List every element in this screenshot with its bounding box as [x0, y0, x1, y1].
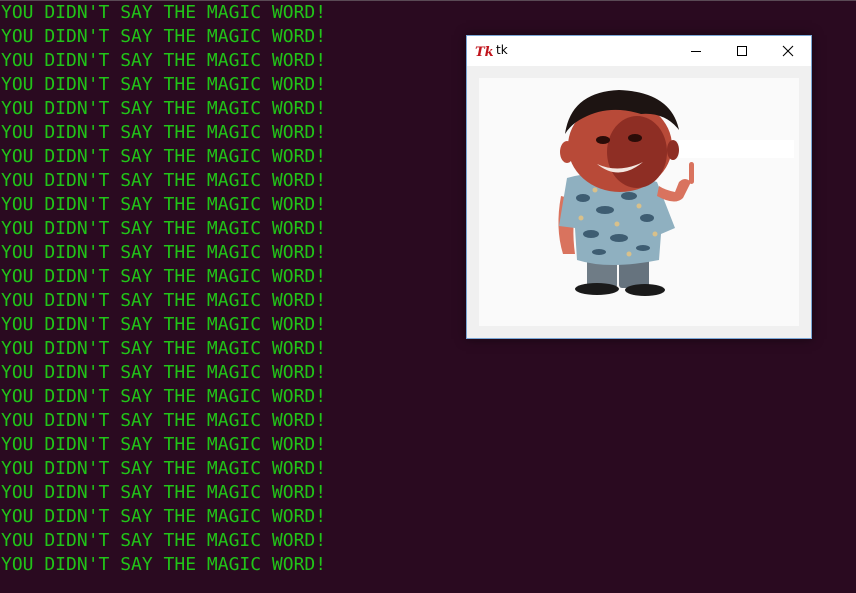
tk-window[interactable]: Tk tk	[466, 35, 812, 339]
window-title: tk	[496, 43, 508, 57]
terminal-line: YOU DIDN'T SAY THE MAGIC WORD!	[1, 50, 327, 71]
svg-text:Tk: Tk	[475, 45, 493, 59]
terminal-line: YOU DIDN'T SAY THE MAGIC WORD!	[1, 338, 327, 359]
terminal-line: YOU DIDN'T SAY THE MAGIC WORD!	[1, 554, 327, 575]
terminal-output: YOU DIDN'T SAY THE MAGIC WORD! YOU DIDN'T…	[1, 1, 326, 577]
terminal-line: YOU DIDN'T SAY THE MAGIC WORD!	[1, 194, 327, 215]
tk-client-area	[467, 66, 811, 338]
terminal-line: YOU DIDN'T SAY THE MAGIC WORD!	[1, 386, 327, 407]
cartoon-man-illustration	[558, 90, 794, 296]
terminal-line: YOU DIDN'T SAY THE MAGIC WORD!	[1, 26, 327, 47]
terminal-line: YOU DIDN'T SAY THE MAGIC WORD!	[1, 170, 327, 191]
terminal-line: YOU DIDN'T SAY THE MAGIC WORD!	[1, 458, 327, 479]
terminal-line: YOU DIDN'T SAY THE MAGIC WORD!	[1, 410, 327, 431]
terminal-line: YOU DIDN'T SAY THE MAGIC WORD!	[1, 362, 327, 383]
maximize-button[interactable]	[719, 36, 765, 66]
terminal-line: YOU DIDN'T SAY THE MAGIC WORD!	[1, 122, 327, 143]
tk-titlebar[interactable]: Tk tk	[467, 36, 811, 66]
minimize-icon	[691, 51, 701, 52]
terminal-line: YOU DIDN'T SAY THE MAGIC WORD!	[1, 482, 327, 503]
cartoon-man-image	[479, 78, 799, 326]
terminal-line: YOU DIDN'T SAY THE MAGIC WORD!	[1, 2, 327, 23]
terminal-line: YOU DIDN'T SAY THE MAGIC WORD!	[1, 266, 327, 287]
terminal-line: YOU DIDN'T SAY THE MAGIC WORD!	[1, 530, 327, 551]
minimize-button[interactable]	[673, 36, 719, 66]
terminal-line: YOU DIDN'T SAY THE MAGIC WORD!	[1, 506, 327, 527]
terminal-line: YOU DIDN'T SAY THE MAGIC WORD!	[1, 314, 327, 335]
tk-feather-icon: Tk	[475, 43, 494, 60]
terminal-line: YOU DIDN'T SAY THE MAGIC WORD!	[1, 146, 327, 167]
terminal-line: YOU DIDN'T SAY THE MAGIC WORD!	[1, 434, 327, 455]
terminal-line: YOU DIDN'T SAY THE MAGIC WORD!	[1, 290, 327, 311]
terminal-line: YOU DIDN'T SAY THE MAGIC WORD!	[1, 242, 327, 263]
close-button[interactable]	[765, 36, 811, 66]
terminal-line: YOU DIDN'T SAY THE MAGIC WORD!	[1, 218, 327, 239]
terminal-line: YOU DIDN'T SAY THE MAGIC WORD!	[1, 74, 327, 95]
maximize-icon	[737, 46, 747, 56]
close-icon	[782, 45, 794, 57]
terminal-line: YOU DIDN'T SAY THE MAGIC WORD!	[1, 98, 327, 119]
